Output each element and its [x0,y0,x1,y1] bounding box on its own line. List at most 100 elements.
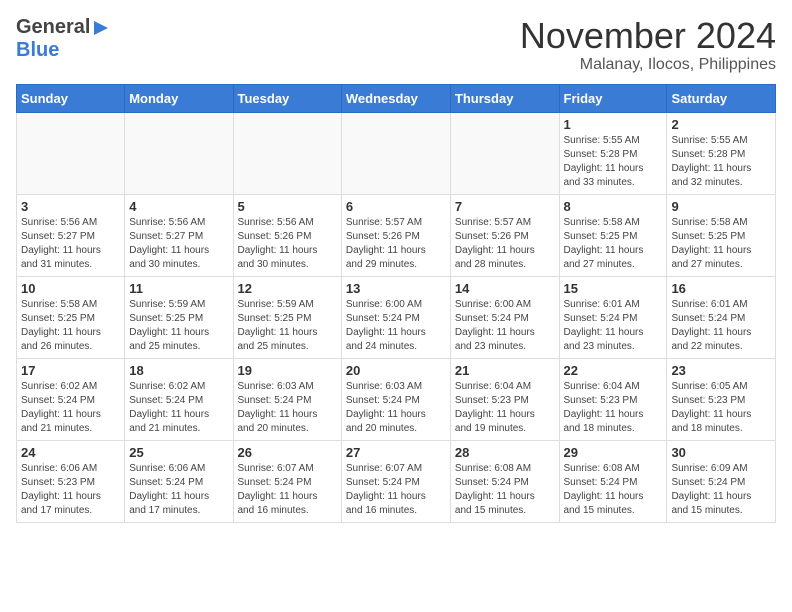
calendar-day-cell: 15 Sunrise: 6:01 AM Sunset: 5:24 PM Dayli… [559,276,667,358]
calendar-header-monday: Monday [125,84,233,112]
calendar-day-cell: 6 Sunrise: 5:57 AM Sunset: 5:26 PM Daylig… [341,194,450,276]
calendar-day-cell: 29Sunrise: 6:08 AM Sunset: 5:24 PM Dayli… [559,440,667,522]
calendar-day-cell: 20Sunrise: 6:03 AM Sunset: 5:24 PM Dayli… [341,358,450,440]
calendar-day-cell: 4Sunrise: 5:56 AM Sunset: 5:27 PM Daylig… [125,194,233,276]
day-info: Sunrise: 5:55 AM Sunset: 5:28 PM Dayligh… [564,134,663,190]
day-number: 13 [346,281,446,296]
calendar-day-cell: 7 Sunrise: 5:57 AM Sunset: 5:26 PM Daylig… [450,194,559,276]
calendar-day-cell: 30 Sunrise: 6:09 AM Sunset: 5:24 PM Dayli… [667,440,776,522]
day-info: Sunrise: 6:01 AM Sunset: 5:24 PM Dayligh… [564,298,663,354]
day-info: Sunrise: 6:07 AM Sunset: 5:24 PM Dayligh… [346,462,446,518]
day-info: Sunrise: 6:03 AM Sunset: 5:24 PM Dayligh… [238,380,337,436]
day-info: Sunrise: 6:04 AM Sunset: 5:23 PM Dayligh… [564,380,663,436]
day-info: Sunrise: 6:01 AM Sunset: 5:24 PM Dayligh… [671,298,771,354]
day-info: Sunrise: 6:07 AM Sunset: 5:24 PM Dayligh… [238,462,337,518]
title-section: November 2024 Malanay, Ilocos, Philippin… [520,16,776,74]
day-info: Sunrise: 5:58 AM Sunset: 5:25 PM Dayligh… [671,216,771,272]
day-number: 14 [455,281,555,296]
day-number: 27 [346,445,446,460]
calendar-day-cell [450,112,559,194]
calendar-header-friday: Friday [559,84,667,112]
calendar-day-cell: 19 Sunrise: 6:03 AM Sunset: 5:24 PM Dayli… [233,358,341,440]
day-number: 6 [346,199,446,214]
location-subtitle: Malanay, Ilocos, Philippines [520,56,776,74]
calendar-table: SundayMondayTuesdayWednesdayThursdayFrid… [16,84,776,523]
day-info: Sunrise: 6:00 AM Sunset: 5:24 PM Dayligh… [455,298,555,354]
day-info: Sunrise: 6:04 AM Sunset: 5:23 PM Dayligh… [455,380,555,436]
day-info: Sunrise: 5:56 AM Sunset: 5:26 PM Dayligh… [238,216,337,272]
day-number: 22 [564,363,663,378]
day-number: 26 [238,445,337,460]
day-info: Sunrise: 6:00 AM Sunset: 5:24 PM Dayligh… [346,298,446,354]
calendar-day-cell: 13 Sunrise: 6:00 AM Sunset: 5:24 PM Dayli… [341,276,450,358]
calendar-week-3: 10Sunrise: 5:58 AM Sunset: 5:25 PM Dayli… [17,276,776,358]
calendar-day-cell: 5Sunrise: 5:56 AM Sunset: 5:26 PM Daylig… [233,194,341,276]
day-info: Sunrise: 6:06 AM Sunset: 5:23 PM Dayligh… [21,462,120,518]
day-number: 9 [671,199,771,214]
day-number: 15 [564,281,663,296]
calendar-week-1: 1 Sunrise: 5:55 AM Sunset: 5:28 PM Daylig… [17,112,776,194]
calendar-day-cell: 23 Sunrise: 6:05 AM Sunset: 5:23 PM Dayli… [667,358,776,440]
day-number: 30 [671,445,771,460]
header: General Blue November 2024 Malanay, Iloc… [16,16,776,74]
day-info: Sunrise: 5:58 AM Sunset: 5:25 PM Dayligh… [21,298,120,354]
calendar-day-cell: 3Sunrise: 5:56 AM Sunset: 5:27 PM Daylig… [17,194,125,276]
calendar-day-cell: 8 Sunrise: 5:58 AM Sunset: 5:25 PM Daylig… [559,194,667,276]
calendar-header-saturday: Saturday [667,84,776,112]
logo-general-text: General [16,16,90,39]
day-info: Sunrise: 5:55 AM Sunset: 5:28 PM Dayligh… [671,134,771,190]
day-info: Sunrise: 6:02 AM Sunset: 5:24 PM Dayligh… [21,380,120,436]
day-number: 8 [564,199,663,214]
calendar-week-2: 3 Sunrise: 5:56 AM Sunset: 5:27 PM Daylig… [17,194,776,276]
calendar-day-cell [341,112,450,194]
calendar-day-cell: 12 Sunrise: 5:59 AM Sunset: 5:25 PM Dayli… [233,276,341,358]
calendar-day-cell: 21 Sunrise: 6:04 AM Sunset: 5:23 PM Dayli… [450,358,559,440]
day-number: 16 [671,281,771,296]
day-number: 29 [564,445,663,460]
day-info: Sunrise: 5:56 AM Sunset: 5:27 PM Dayligh… [129,216,228,272]
month-year-title: November 2024 [520,16,776,56]
calendar-day-cell: 25Sunrise: 6:06 AM Sunset: 5:24 PM Dayli… [125,440,233,522]
calendar-header-row: SundayMondayTuesdayWednesdayThursdayFrid… [17,84,776,112]
calendar-day-cell [17,112,125,194]
calendar-day-cell: 11Sunrise: 5:59 AM Sunset: 5:25 PM Dayli… [125,276,233,358]
day-number: 2 [671,117,771,132]
day-number: 24 [21,445,120,460]
logo-blue-text: Blue [16,39,59,62]
logo-icon [90,17,112,39]
day-info: Sunrise: 5:57 AM Sunset: 5:26 PM Dayligh… [346,216,446,272]
day-info: Sunrise: 6:09 AM Sunset: 5:24 PM Dayligh… [671,462,771,518]
calendar-header-sunday: Sunday [17,84,125,112]
day-info: Sunrise: 5:59 AM Sunset: 5:25 PM Dayligh… [129,298,228,354]
calendar-day-cell [233,112,341,194]
calendar-week-4: 17Sunrise: 6:02 AM Sunset: 5:24 PM Dayli… [17,358,776,440]
calendar-header-wednesday: Wednesday [341,84,450,112]
calendar-day-cell: 26 Sunrise: 6:07 AM Sunset: 5:24 PM Dayli… [233,440,341,522]
calendar-day-cell: 22 Sunrise: 6:04 AM Sunset: 5:23 PM Dayli… [559,358,667,440]
calendar-week-5: 24 Sunrise: 6:06 AM Sunset: 5:23 PM Dayli… [17,440,776,522]
calendar-day-cell: 17Sunrise: 6:02 AM Sunset: 5:24 PM Dayli… [17,358,125,440]
calendar-day-cell [125,112,233,194]
day-info: Sunrise: 5:58 AM Sunset: 5:25 PM Dayligh… [564,216,663,272]
calendar-day-cell: 16 Sunrise: 6:01 AM Sunset: 5:24 PM Dayli… [667,276,776,358]
day-number: 23 [671,363,771,378]
day-number: 25 [129,445,228,460]
day-number: 1 [564,117,663,132]
day-info: Sunrise: 6:03 AM Sunset: 5:24 PM Dayligh… [346,380,446,436]
calendar-day-cell: 24 Sunrise: 6:06 AM Sunset: 5:23 PM Dayli… [17,440,125,522]
day-number: 7 [455,199,555,214]
day-number: 3 [21,199,120,214]
day-info: Sunrise: 5:59 AM Sunset: 5:25 PM Dayligh… [238,298,337,354]
day-number: 21 [455,363,555,378]
day-info: Sunrise: 5:57 AM Sunset: 5:26 PM Dayligh… [455,216,555,272]
calendar-day-cell: 14 Sunrise: 6:00 AM Sunset: 5:24 PM Dayli… [450,276,559,358]
day-number: 28 [455,445,555,460]
calendar-day-cell: 2 Sunrise: 5:55 AM Sunset: 5:28 PM Daylig… [667,112,776,194]
logo: General Blue [16,16,112,62]
day-number: 19 [238,363,337,378]
calendar-day-cell: 10Sunrise: 5:58 AM Sunset: 5:25 PM Dayli… [17,276,125,358]
day-number: 12 [238,281,337,296]
calendar-day-cell: 9 Sunrise: 5:58 AM Sunset: 5:25 PM Daylig… [667,194,776,276]
calendar-day-cell: 18Sunrise: 6:02 AM Sunset: 5:24 PM Dayli… [125,358,233,440]
day-info: Sunrise: 6:05 AM Sunset: 5:23 PM Dayligh… [671,380,771,436]
